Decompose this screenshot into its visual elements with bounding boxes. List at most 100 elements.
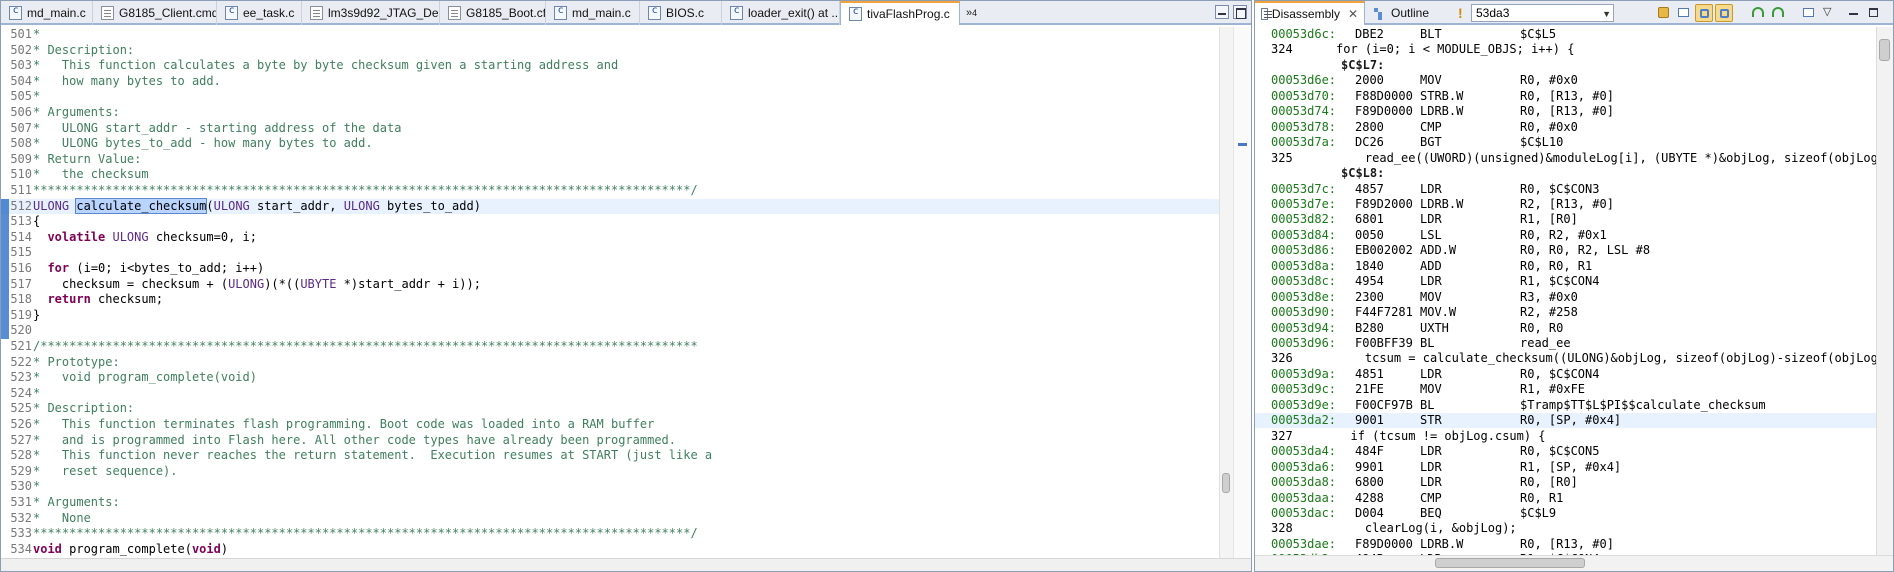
disassembly-row[interactable]: 00053da4: 484F LDR R0, $C$CON5 bbox=[1255, 444, 1876, 459]
code-line: 510* the checksum bbox=[1, 167, 1219, 182]
overview-ruler[interactable] bbox=[1233, 27, 1251, 558]
disassembly-row[interactable]: 00053daa: 4288 CMP R0, R1 bbox=[1255, 491, 1876, 506]
tab-editor-1[interactable]: G8185_Client.cmd bbox=[93, 1, 217, 25]
line-number: 531 bbox=[10, 495, 32, 509]
code-token: { bbox=[33, 214, 41, 229]
tab-label: G8185_Client.cmd bbox=[119, 6, 217, 20]
tab-outline[interactable]: Outline bbox=[1367, 1, 1451, 25]
disassembly-row[interactable]: 00053d90: F44F7281 MOV.W R2, #258 bbox=[1255, 305, 1876, 320]
code-token: * bbox=[33, 89, 41, 104]
minimize-view-button[interactable] bbox=[1845, 4, 1863, 22]
more-tabs-button[interactable]: » 4 bbox=[960, 1, 983, 25]
go-to-address-button[interactable] bbox=[1655, 4, 1673, 22]
tab-outline-label: Outline bbox=[1391, 6, 1430, 20]
disassembly-row[interactable]: 00053d9e: F00CF97B BL $Tramp$TT$L$PI$$calcu… bbox=[1255, 398, 1876, 413]
disassembly-row[interactable]: 00053d96: F00BFF39 BL read_ee bbox=[1255, 336, 1876, 351]
sync-view-button[interactable] bbox=[1770, 4, 1788, 22]
disassembly-row[interactable]: 00053d8e: 2300 MOV R3, #0x0 bbox=[1255, 290, 1876, 305]
disassembly-row[interactable]: 327 if (tcsum != objLog.csum) { bbox=[1255, 429, 1876, 444]
address-combo[interactable]: 53da3 ▼ bbox=[1471, 4, 1614, 22]
code-line: 511*************************************… bbox=[1, 183, 1219, 198]
disassembly-vertical-scroll-thumb[interactable] bbox=[1879, 39, 1890, 61]
c-file-icon bbox=[9, 5, 22, 20]
minimize-editor-button[interactable] bbox=[1215, 5, 1229, 19]
tab-editor-3[interactable]: lm3s9d92_JTAG_Deb... bbox=[302, 1, 440, 25]
instruction-address: 00053d7a: bbox=[1271, 135, 1337, 150]
disassembly-row[interactable]: 00053d94: B280 UXTH R0, R0 bbox=[1255, 321, 1876, 336]
editor-horizontal-scrollbar[interactable] bbox=[1, 558, 1251, 571]
show-source-button[interactable] bbox=[1675, 4, 1693, 22]
disassembly-row[interactable]: $C$L8: bbox=[1255, 166, 1876, 181]
maximize-view-button[interactable] bbox=[1865, 4, 1883, 22]
tab-editor-7[interactable]: loader_exit() at ... bbox=[722, 1, 840, 25]
opcode: 9901 bbox=[1355, 459, 1384, 474]
cfg-file-icon bbox=[448, 6, 461, 20]
refresh-view-button[interactable] bbox=[1750, 4, 1768, 22]
code-token: volatile bbox=[47, 229, 106, 244]
code-token: * Arguments: bbox=[33, 495, 120, 509]
disassembly-vertical-scrollbar[interactable] bbox=[1876, 27, 1893, 555]
tab-editor-4[interactable]: G8185_Boot.cfg bbox=[440, 1, 546, 25]
view-menu-button[interactable]: ▽ bbox=[1820, 4, 1838, 22]
close-tab-disassembly-icon[interactable]: ✕ bbox=[1348, 7, 1358, 21]
disassembly-row[interactable]: 00053d6e: 2000 MOV R0, #0x0 bbox=[1255, 73, 1876, 88]
disassembly-row[interactable]: 00053d84: 0050 LSL R0, R2, #0x1 bbox=[1255, 228, 1876, 243]
disassembly-row[interactable]: 326 tcsum = calculate_checksum((ULONG)&o… bbox=[1255, 351, 1876, 366]
disassembly-row[interactable]: 00053dac: D004 BEQ $C$L9 bbox=[1255, 506, 1876, 521]
code-token: * Description: bbox=[33, 401, 135, 416]
code-token: * This function calculates a byte by byt… bbox=[33, 58, 619, 73]
change-marker bbox=[1, 198, 9, 339]
tab-disassembly[interactable]: Disassembly ✕ bbox=[1255, 1, 1365, 25]
disassembly-row[interactable]: 00053d6c: DBE2 BLT $C$L5 bbox=[1255, 27, 1876, 42]
show-symbols-button[interactable] bbox=[1715, 4, 1733, 22]
new-view-button[interactable] bbox=[1800, 4, 1818, 22]
code-token: ULONG bbox=[228, 276, 265, 291]
disassembly-row[interactable]: 00053d78: 2800 CMP R0, #0x0 bbox=[1255, 120, 1876, 135]
tab-editor-6[interactable]: BIOS.c bbox=[640, 1, 722, 25]
disassembly-row[interactable]: 00053d7e: F89D2000 LDRB.W R2, [R13, #0] bbox=[1255, 197, 1876, 212]
disassembly-listing[interactable]: 00053d6c: DBE2 BLT $C$L5 324 for (i=0; i < M… bbox=[1255, 27, 1876, 555]
disassembly-row[interactable]: 00053d9a: 4851 LDR R0, $C$CON4 bbox=[1255, 367, 1876, 382]
disassembly-row[interactable]: 00053dae: F89D0000 LDRB.W R0, [R13, #0] bbox=[1255, 537, 1876, 552]
disassembly-horizontal-scroll-thumb[interactable] bbox=[1435, 558, 1585, 568]
disassembly-icon bbox=[1261, 8, 1272, 20]
disassembly-row[interactable]: 00053da6: 9901 LDR R1, [SP, #0x4] bbox=[1255, 460, 1876, 475]
disassembly-row[interactable]: 00053d82: 6801 LDR R1, [R0] bbox=[1255, 212, 1876, 227]
disassembly-row[interactable]: 325 read_ee((UWORD)(unsigned)&moduleLog[… bbox=[1255, 151, 1876, 166]
disassembly-row[interactable]: 324 for (i=0; i < MODULE_OBJS; i++) { bbox=[1255, 42, 1876, 57]
operands: R0, #0x0 bbox=[1520, 73, 1578, 88]
tab-editor-5[interactable]: md_main.c bbox=[546, 1, 640, 25]
editor-vertical-scroll-thumb[interactable] bbox=[1222, 473, 1230, 493]
disassembly-row[interactable]: 00053d8a: 1840 ADD R0, R0, R1 bbox=[1255, 259, 1876, 274]
link-with-active-debug-context-button[interactable] bbox=[1695, 4, 1713, 22]
code-line: 534void program_complete(void) bbox=[1, 542, 1219, 557]
disassembly-row[interactable]: 00053da8: 6800 LDR R0, [R0] bbox=[1255, 475, 1876, 490]
disassembly-row[interactable]: 00053d70: F88D0000 STRB.W R0, [R13, #0] bbox=[1255, 89, 1876, 104]
opcode: DC26 bbox=[1355, 135, 1384, 150]
code-token: bytes_to_add) bbox=[379, 198, 481, 213]
tab-editor-2[interactable]: ee_task.c bbox=[217, 1, 302, 25]
disassembly-row[interactable]: 00053d86: EB002002 ADD.W R0, R0, R2, LSL #8 bbox=[1255, 243, 1876, 258]
chevron-down-icon[interactable]: ▼ bbox=[1602, 6, 1611, 22]
line-number: 532 bbox=[10, 510, 32, 525]
maximize-editor-button[interactable] bbox=[1233, 5, 1247, 19]
code-token: UBYTE bbox=[300, 276, 337, 291]
disassembly-row[interactable]: 00053d7a: DC26 BGT $C$L10 bbox=[1255, 135, 1876, 150]
code-token: } bbox=[33, 307, 41, 322]
instruction-address: 00053d74: bbox=[1271, 104, 1337, 119]
disassembly-row[interactable]: 00053d74: F89D0000 LDRB.W R0, [R13, #0] bbox=[1255, 104, 1876, 119]
disassembly-row[interactable]: 00053d7c: 4857 LDR R0, $C$CON3 bbox=[1255, 182, 1876, 197]
code-line: 524* bbox=[1, 386, 1219, 401]
disassembly-row[interactable]: 328 clearLog(i, &objLog); bbox=[1255, 521, 1876, 536]
occurrence-marker[interactable] bbox=[1238, 143, 1247, 146]
disassembly-row[interactable]: $C$L7: bbox=[1255, 58, 1876, 73]
tab-editor-8[interactable]: tivaFlashProg.c✕ bbox=[840, 1, 960, 25]
code-token: * the checksum bbox=[33, 167, 149, 182]
disassembly-row[interactable]: 00053d9c: 21FE MOV R1, #0xFE bbox=[1255, 382, 1876, 397]
mnemonic: CMP bbox=[1420, 119, 1442, 134]
code-editor[interactable]: 501* 502* Description: 503* This function … bbox=[1, 27, 1251, 558]
disassembly-row[interactable]: 00053d8c: 4954 LDR R1, $C$CON4 bbox=[1255, 274, 1876, 289]
tab-editor-0[interactable]: md_main.c bbox=[1, 1, 93, 25]
disassembly-row[interactable]: 00053da2: 9001 STR R0, [SP, #0x4] bbox=[1255, 413, 1876, 429]
